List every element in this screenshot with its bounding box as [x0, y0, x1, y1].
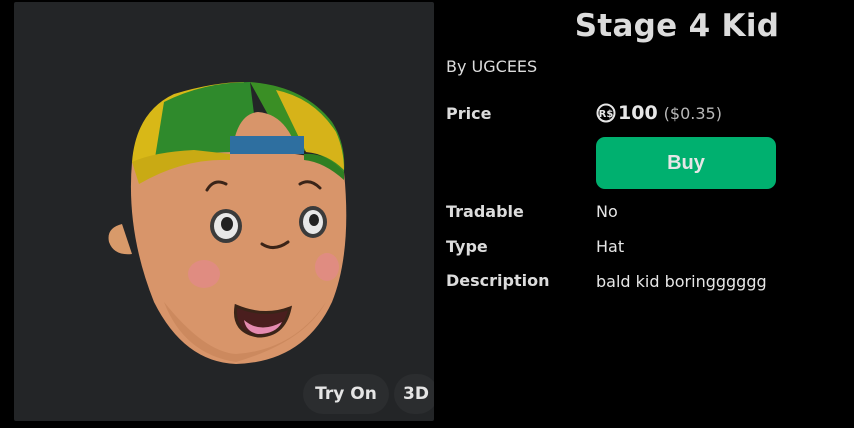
creator-byline: By UGCEES	[446, 57, 537, 76]
description-label: Description	[446, 271, 550, 290]
try-on-button[interactable]: Try On	[303, 374, 389, 414]
item-thumbnail-image	[108, 82, 347, 364]
price-label: Price	[446, 104, 492, 123]
robux-icon: R$	[596, 103, 616, 123]
price-value: R$ 100 ($0.35)	[596, 102, 722, 124]
description-value: bald kid boringggggg	[596, 272, 767, 291]
tradable-label: Tradable	[446, 202, 524, 221]
3d-view-button[interactable]: 3D	[394, 374, 434, 414]
item-thumbnail-panel: Try On 3D	[14, 2, 434, 421]
buy-button[interactable]: Buy	[596, 137, 776, 189]
svg-text:R$: R$	[599, 109, 614, 120]
price-amount: 100	[618, 102, 658, 124]
item-title: Stage 4 Kid	[574, 8, 780, 44]
price-usd: ($0.35)	[663, 103, 722, 123]
creator-prefix: By	[446, 57, 472, 76]
type-label: Type	[446, 237, 488, 256]
type-value: Hat	[596, 237, 625, 256]
tradable-value: No	[596, 202, 618, 221]
creator-link[interactable]: UGCEES	[472, 57, 538, 76]
